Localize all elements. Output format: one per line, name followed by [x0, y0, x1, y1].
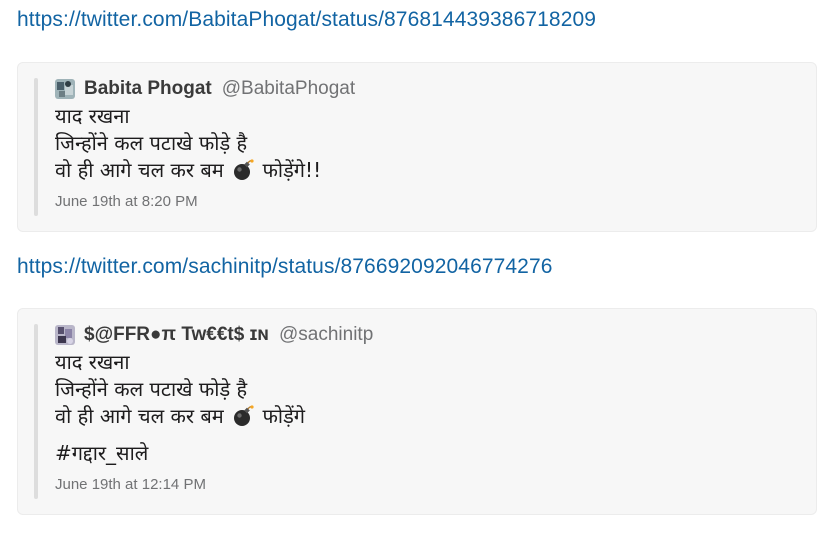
tweet-text-line: याद रखना	[55, 104, 130, 128]
avatar[interactable]	[55, 325, 75, 345]
timestamp[interactable]: June 19th at 12:14 PM	[55, 476, 806, 493]
tweet-text-segment: फोड़ेंगे!!	[262, 158, 322, 182]
bomb-emoji-icon	[232, 405, 254, 427]
tweet-content-2: $@FFR●π Tw€€t$ ɪɴ @sachinitp याद रखना जि…	[55, 323, 806, 493]
author-name[interactable]: Babita Phogat	[84, 78, 212, 100]
tweet-text-line: वो ही आगे चल कर बम फोड़ेंगे	[55, 403, 806, 430]
tweet-unfurl-1: Babita Phogat @BabitaPhogat याद रखना जिन…	[17, 62, 817, 232]
author-handle[interactable]: @sachinitp	[279, 324, 373, 346]
tweet-unfurl-2: $@FFR●π Tw€€t$ ɪɴ @sachinitp याद रखना जि…	[17, 308, 817, 515]
tweet-text-line: वो ही आगे चल कर बम फोड़ेंगे!!	[55, 157, 806, 184]
hashtag[interactable]: #गद्दार_साले	[55, 440, 806, 467]
avatar[interactable]	[55, 79, 75, 99]
tweet-text-line: जिन्होंने कल पटाखे फोड़े है	[55, 377, 248, 401]
tweet-text-segment: वो ही आगे चल कर बम	[55, 404, 224, 428]
quote-bar	[34, 324, 38, 499]
author-name[interactable]: $@FFR●π Tw€€t$ ɪɴ	[84, 324, 269, 346]
author-row: $@FFR●π Tw€€t$ ɪɴ @sachinitp	[55, 323, 806, 347]
tweet-text-segment: फोड़ेंगे	[262, 404, 306, 428]
author-handle[interactable]: @BabitaPhogat	[222, 78, 355, 100]
tweet-text-line: जिन्होंने कल पटाखे फोड़े है	[55, 131, 248, 155]
quote-bar	[34, 78, 38, 216]
tweet-text-line: याद रखना	[55, 350, 130, 374]
bomb-emoji-icon	[232, 159, 254, 181]
timestamp[interactable]: June 19th at 8:20 PM	[55, 193, 806, 210]
tweet-link-2[interactable]: https://twitter.com/sachinitp/status/876…	[17, 255, 553, 279]
tweet-link-1[interactable]: https://twitter.com/BabitaPhogat/status/…	[17, 8, 596, 32]
author-row: Babita Phogat @BabitaPhogat	[55, 77, 806, 101]
tweet-text-segment: वो ही आगे चल कर बम	[55, 158, 224, 182]
tweet-content-1: Babita Phogat @BabitaPhogat याद रखना जिन…	[55, 77, 806, 210]
